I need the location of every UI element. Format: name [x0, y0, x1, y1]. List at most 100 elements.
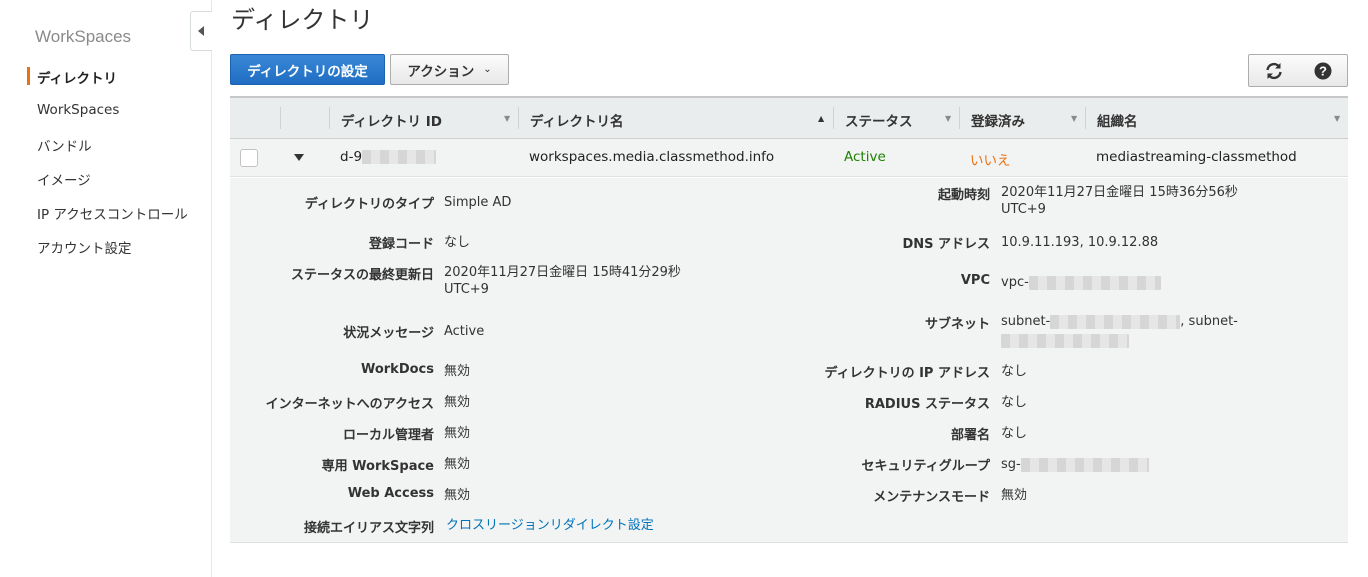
- detail-value-status-last-updated: 2020年11月27日金曜日 15時41分29秒 UTC+9: [444, 264, 681, 298]
- detail-label-status-last-updated: ステータスの最終更新日: [290, 268, 434, 283]
- refresh-button[interactable]: [1248, 54, 1300, 87]
- column-header-directory-id[interactable]: ディレクトリ ID: [341, 110, 442, 130]
- sidebar-item-directories[interactable]: ディレクトリ: [37, 67, 117, 87]
- table-header: ディレクトリ ID ▼ ディレクトリ名 ▲ ステータス ▼ 登録済み ▼ 組織名…: [230, 96, 1348, 139]
- column-separator: [833, 107, 834, 129]
- column-separator: [959, 107, 960, 129]
- detail-value-security-group: sg-: [1001, 456, 1149, 473]
- sort-icon[interactable]: ▼: [1071, 114, 1077, 123]
- page-title: ディレクトリ: [231, 6, 374, 34]
- column-header-status[interactable]: ステータス: [845, 110, 913, 130]
- sidebar: WorkSpaces ディレクトリ WorkSpaces バンドル イメージ I…: [0, 0, 212, 577]
- detail-label-registration-code: 登録コード: [368, 237, 434, 252]
- detail-label-dedicated-workspace: 専用 WorkSpace: [321, 459, 434, 474]
- sort-ascending-icon[interactable]: ▲: [818, 114, 824, 123]
- detail-label-directory-ip: ディレクトリの IP アドレス: [824, 366, 990, 381]
- sort-icon[interactable]: ▼: [504, 114, 510, 123]
- redacted-block: [1001, 333, 1129, 348]
- detail-label-directory-type: ディレクトリのタイプ: [304, 197, 434, 212]
- detail-value-local-admin: 無効: [444, 426, 471, 441]
- detail-label-status-message: 状況メッセージ: [343, 326, 434, 341]
- detail-value-vpc: vpc-: [1001, 274, 1161, 291]
- actions-dropdown[interactable]: アクション ⌄: [390, 54, 509, 85]
- detail-value-status-message: Active: [444, 324, 485, 339]
- column-header-directory-name[interactable]: ディレクトリ名: [530, 110, 624, 130]
- table-row[interactable]: d-9 workspaces.media.classmethod.info Ac…: [230, 139, 1348, 177]
- detail-value-connection-alias: クロスリージョンリダイレクト設定: [446, 517, 654, 534]
- security-group-prefix: sg-: [1001, 457, 1021, 472]
- chevron-left-icon: [198, 26, 204, 36]
- sort-icon[interactable]: ▼: [1334, 114, 1340, 123]
- detail-label-dns-addresses: DNS アドレス: [902, 237, 990, 252]
- status-updated-date: 2020年11月27日金曜日 15時41分29秒: [444, 265, 681, 280]
- detail-label-subnets: サブネット: [924, 317, 990, 332]
- sidebar-item-images[interactable]: イメージ: [37, 169, 91, 189]
- vpc-prefix: vpc-: [1001, 275, 1029, 290]
- detail-value-maintenance-mode: 無効: [1001, 488, 1028, 503]
- cell-directory-name: workspaces.media.classmethod.info: [529, 149, 775, 165]
- status-updated-tz: UTC+9: [444, 282, 489, 297]
- detail-label-connection-alias: 接続エイリアス文字列: [303, 521, 434, 536]
- cell-directory-id: d-9: [340, 149, 437, 165]
- detail-label-launch-time: 起動時刻: [937, 188, 990, 203]
- detail-value-directory-ip: なし: [1001, 364, 1028, 379]
- sidebar-collapse-button[interactable]: [190, 11, 212, 51]
- cell-registered: いいえ: [970, 153, 1011, 169]
- sidebar-item-account-settings[interactable]: アカウント設定: [37, 237, 132, 257]
- sort-icon[interactable]: ▼: [945, 114, 951, 123]
- cross-region-redirect-link[interactable]: クロスリージョンリダイレクト設定: [446, 518, 654, 533]
- detail-value-dns-addresses: 10.9.11.193, 10.9.12.88: [1001, 235, 1159, 250]
- subnet-prefix: subnet-: [1001, 314, 1051, 329]
- sidebar-title: WorkSpaces: [35, 27, 132, 46]
- column-header-registered[interactable]: 登録済み: [971, 110, 1025, 130]
- cell-status: Active: [844, 149, 886, 165]
- help-icon: ?: [1314, 62, 1332, 79]
- detail-label-workdocs: WorkDocs: [360, 362, 434, 377]
- actions-label: アクション: [407, 63, 475, 80]
- cell-organization: mediastreaming-classmethod: [1096, 149, 1297, 165]
- launch-time-date: 2020年11月27日金曜日 15時36分56秒: [1001, 185, 1238, 200]
- detail-label-security-group: セキュリティグループ: [861, 459, 990, 474]
- active-nav-marker: [27, 67, 30, 85]
- column-header-organization[interactable]: 組織名: [1097, 110, 1138, 130]
- row-checkbox[interactable]: [240, 149, 258, 167]
- detail-value-internet-access: 無効: [444, 395, 471, 410]
- detail-value-directory-type: Simple AD: [444, 195, 512, 210]
- detail-label-vpc: VPC: [960, 273, 990, 288]
- detail-value-registration-code: なし: [444, 235, 471, 250]
- detail-value-subnets: subnet- , subnet-: [1001, 313, 1238, 349]
- detail-value-department: なし: [1001, 426, 1028, 441]
- detail-label-maintenance-mode: メンテナンスモード: [873, 490, 990, 505]
- column-separator: [518, 107, 519, 129]
- redacted-block: [1020, 457, 1149, 472]
- detail-value-dedicated-workspace: 無効: [444, 457, 471, 472]
- detail-label-web-access: Web Access: [347, 486, 434, 501]
- detail-value-workdocs: 無効: [444, 364, 471, 379]
- detail-value-web-access: 無効: [444, 488, 471, 503]
- refresh-icon: [1266, 62, 1282, 79]
- chevron-down-icon: ⌄: [483, 64, 492, 75]
- detail-value-launch-time: 2020年11月27日金曜日 15時36分56秒 UTC+9: [1001, 184, 1238, 218]
- sidebar-item-workspaces[interactable]: WorkSpaces: [37, 102, 119, 118]
- detail-label-internet-access: インターネットへのアクセス: [265, 397, 434, 412]
- setup-directory-label: ディレクトリの設定: [247, 63, 368, 80]
- launch-time-tz: UTC+9: [1001, 202, 1046, 217]
- setup-directory-button[interactable]: ディレクトリの設定: [230, 54, 385, 85]
- expand-caret-icon[interactable]: [294, 154, 304, 161]
- redacted-block: [1050, 314, 1181, 329]
- svg-text:?: ?: [1319, 63, 1327, 78]
- column-separator: [280, 107, 281, 129]
- redacted-block: [1028, 275, 1161, 290]
- directory-id-prefix: d-9: [340, 149, 363, 165]
- detail-label-radius-status: RADIUS ステータス: [864, 397, 990, 412]
- subnet-separator: , subnet-: [1180, 314, 1238, 329]
- column-separator: [1085, 107, 1086, 129]
- detail-label-department: 部署名: [950, 428, 990, 443]
- redacted-block: [362, 150, 437, 164]
- column-separator: [329, 107, 330, 129]
- detail-label-local-admin: ローカル管理者: [342, 428, 434, 443]
- sidebar-item-bundles[interactable]: バンドル: [37, 135, 92, 155]
- detail-value-radius-status: なし: [1001, 395, 1028, 410]
- sidebar-item-ip-access-control[interactable]: IP アクセスコントロール: [37, 203, 188, 223]
- help-button[interactable]: ?: [1299, 54, 1348, 87]
